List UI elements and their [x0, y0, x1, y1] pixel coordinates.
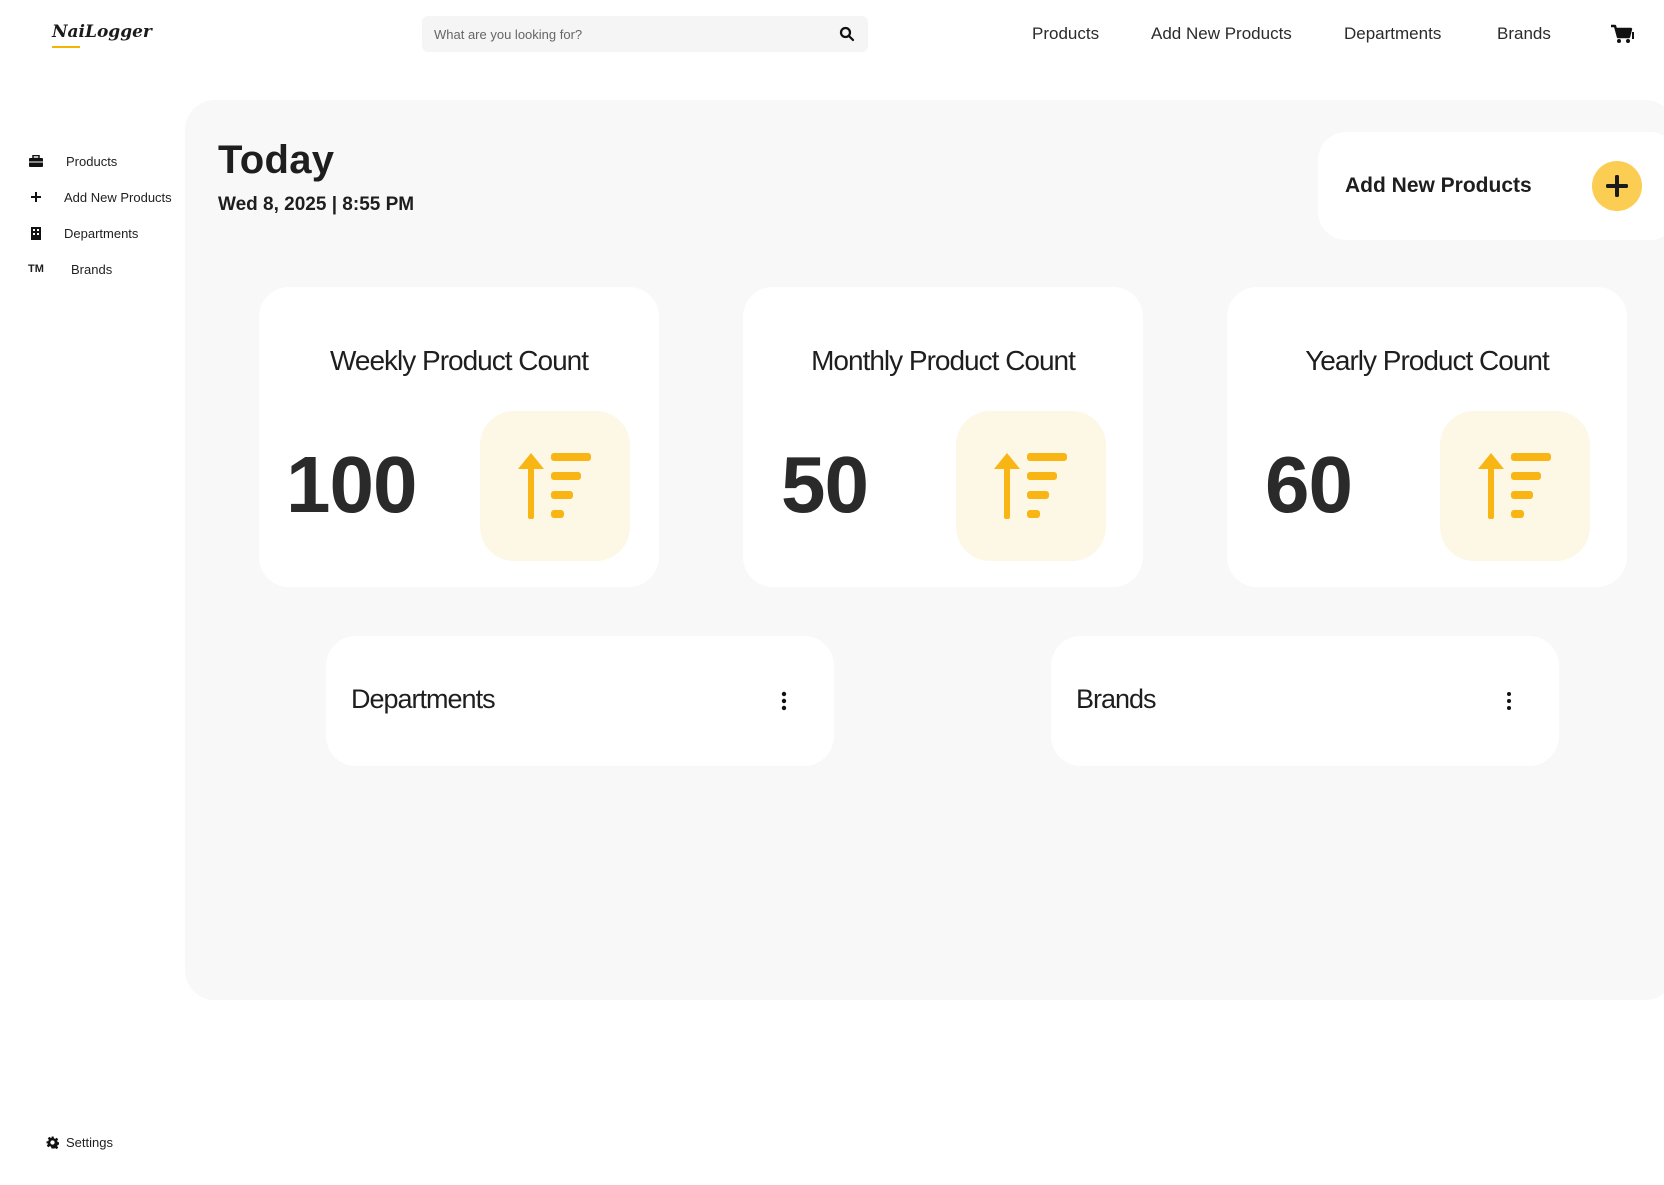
- trademark-icon: TM: [28, 263, 44, 275]
- sort-ascending-icon-tile: [480, 411, 630, 561]
- sort-ascending-icon: [1478, 453, 1551, 519]
- sort-ascending-icon-tile: [956, 411, 1106, 561]
- search-input[interactable]: [434, 16, 814, 52]
- page-title: Today: [218, 138, 335, 182]
- sidebar-item-label: Departments: [64, 225, 139, 241]
- add-new-products-card: Add New Products: [1318, 132, 1664, 240]
- more-vertical-icon[interactable]: [1503, 690, 1515, 712]
- brands-card: Brands: [1051, 636, 1559, 766]
- app-logo[interactable]: NaiLogger: [52, 22, 152, 42]
- search-icon[interactable]: [838, 25, 856, 43]
- plus-icon: [1606, 175, 1628, 197]
- building-icon: [28, 225, 44, 241]
- search-bar: [422, 16, 868, 52]
- sidebar-item-add-new-products[interactable]: Add New Products: [28, 187, 172, 207]
- settings-label: Settings: [66, 1135, 113, 1150]
- sort-ascending-icon: [994, 453, 1067, 519]
- sort-ascending-icon-tile: [1440, 411, 1590, 561]
- stat-value: 60: [1265, 440, 1353, 529]
- more-vertical-icon[interactable]: [778, 690, 790, 712]
- sidebar-item-brands[interactable]: TM Brands: [28, 259, 112, 279]
- card-title: Brands: [1076, 684, 1157, 714]
- stat-value: 50: [781, 440, 869, 529]
- add-new-products-label: Add New Products: [1345, 174, 1532, 197]
- yearly-count-card: Yearly Product Count 60: [1227, 287, 1627, 587]
- sidebar-item-settings[interactable]: Settings: [46, 1135, 113, 1150]
- stat-title: Yearly Product Count: [1305, 345, 1550, 376]
- stat-title: Weekly Product Count: [329, 345, 589, 376]
- sidebar-item-departments[interactable]: Departments: [28, 223, 138, 243]
- monthly-count-card: Monthly Product Count 50: [743, 287, 1143, 587]
- stat-value: 100: [286, 440, 417, 529]
- topnav-brands[interactable]: Brands: [1497, 24, 1551, 44]
- toolbox-icon: [28, 153, 44, 169]
- sidebar-item-label: Add New Products: [64, 189, 172, 205]
- plus-icon: [28, 189, 44, 205]
- sidebar-item-products[interactable]: Products: [28, 151, 117, 171]
- topnav-add-new-products[interactable]: Add New Products: [1151, 24, 1292, 44]
- gear-icon: [46, 1136, 59, 1149]
- sidebar-item-label: Brands: [71, 261, 113, 277]
- logo-underline: [52, 46, 80, 48]
- topnav-departments[interactable]: Departments: [1344, 24, 1441, 44]
- cart-icon[interactable]: [1610, 24, 1634, 44]
- add-product-button[interactable]: [1592, 161, 1642, 211]
- current-datetime: Wed 8, 2025 | 8:55 PM: [218, 194, 415, 215]
- weekly-count-card: Weekly Product Count 100: [259, 287, 659, 587]
- stat-title: Monthly Product Count: [811, 345, 1076, 376]
- topnav-products[interactable]: Products: [1032, 24, 1099, 44]
- departments-card: Departments: [326, 636, 834, 766]
- card-title: Departments: [351, 684, 496, 714]
- sidebar-item-label: Products: [66, 153, 118, 169]
- sort-ascending-icon: [518, 453, 591, 519]
